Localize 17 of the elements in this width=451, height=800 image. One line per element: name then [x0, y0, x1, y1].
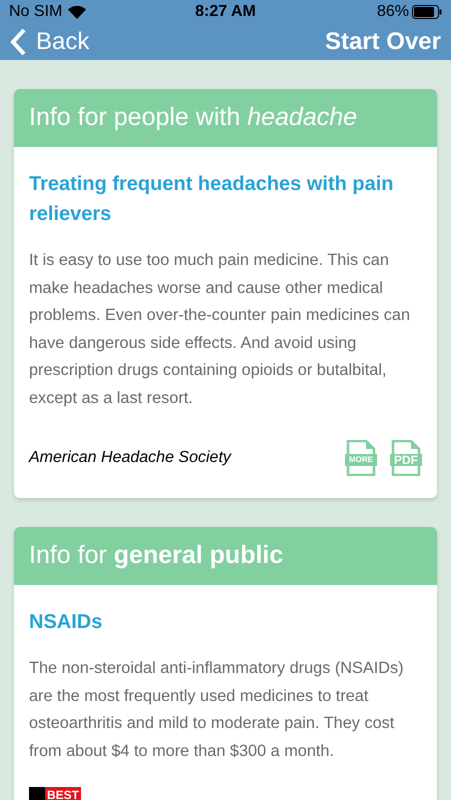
source-text: American Headache Society [29, 448, 231, 468]
card-header-text: Info for general public [29, 540, 284, 572]
carrier-text: No SIM [9, 2, 62, 22]
card-header-text: Info for people with headache [29, 102, 358, 134]
battery-text: 86% [376, 2, 409, 22]
article-body-text: The non-steroidal anti-inflammatory drugs (NSAIDs) are the most frequently used medicines to treat osteoarthritis and mild to moderate pain. They cost from about $4 to more than $300 a month. [29, 658, 405, 762]
article-body-text: It is easy to use too much pain medicine. This can make headaches worse and cause other medical problems. Even over-the-counter pain medicines can have dangerous side effects. And avoid using prescription drugs containing opioids or butalbital, except as a last resort. [29, 250, 411, 408]
pdf-file-icon[interactable]: PDF [390, 440, 422, 476]
battery-icon [412, 5, 442, 19]
clock-text: 8:27 AM [195, 2, 256, 22]
start-over-button[interactable]: Start Over [324, 24, 441, 60]
wifi-icon [68, 6, 86, 18]
back-button[interactable]: Back [10, 24, 90, 60]
document-more-icon[interactable]: MORE [345, 440, 377, 476]
article-title-link[interactable]: Treating frequent headaches with pain relievers [29, 169, 422, 229]
chevron-left-icon [10, 28, 26, 56]
article-title-link[interactable]: NSAIDs [29, 607, 422, 637]
